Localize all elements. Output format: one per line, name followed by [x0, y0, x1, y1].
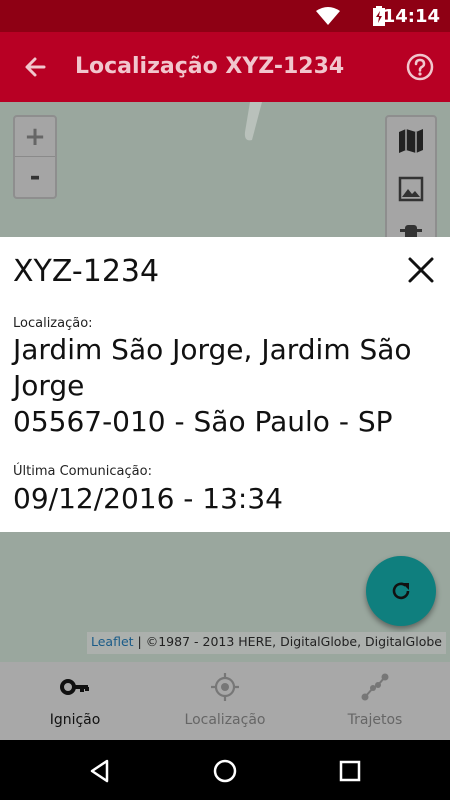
last-comm-value: 09/12/2016 - 13:34: [13, 482, 283, 515]
map-road: [244, 102, 262, 141]
satellite-image-icon[interactable]: [397, 175, 425, 203]
nav-label: Ignição: [49, 712, 101, 728]
crosshair-icon: [211, 673, 239, 701]
leaflet-link[interactable]: Leaflet: [91, 634, 134, 649]
vehicle-plate: XYZ-1234: [13, 254, 160, 289]
route-icon: [361, 673, 389, 701]
bottom-nav: Ignição Localização Trajetos: [0, 662, 450, 740]
last-comm-label: Última Comunicação:: [13, 464, 152, 479]
status-bar: 14:14: [0, 0, 450, 32]
map-layer-icon[interactable]: [397, 127, 425, 155]
refresh-icon: [392, 582, 410, 600]
map-attribution: Leaflet | ©1987 - 2013 HERE, DigitalGlob…: [87, 632, 446, 654]
clock: 14:14: [382, 6, 440, 27]
key-icon: [60, 679, 89, 695]
home-circle-icon[interactable]: [212, 758, 238, 784]
back-arrow-icon[interactable]: [20, 52, 50, 82]
app-bar: Localização XYZ-1234: [0, 32, 450, 102]
close-icon[interactable]: [406, 255, 436, 285]
location-label: Localização:: [13, 316, 93, 331]
zoom-out-button[interactable]: -: [15, 157, 55, 196]
back-triangle-icon[interactable]: [87, 758, 113, 784]
attribution-text: | ©1987 - 2013 HERE, DigitalGlobe, Digit…: [133, 634, 442, 649]
help-icon[interactable]: [405, 52, 435, 82]
page-title: Localização XYZ-1234: [75, 54, 345, 79]
nav-ignicao[interactable]: Ignição: [0, 662, 150, 740]
nav-label: Trajetos: [347, 712, 403, 728]
nav-label: Localização: [184, 712, 266, 728]
nav-localizacao[interactable]: Localização: [150, 662, 300, 740]
location-postal: 05567-010 - São Paulo - SP: [13, 405, 393, 438]
recents-square-icon[interactable]: [337, 758, 363, 784]
system-nav-bar: [0, 740, 450, 800]
location-address: Jardim São Jorge, Jardim São Jorge: [13, 333, 412, 402]
refresh-button[interactable]: [366, 556, 436, 626]
wifi-icon: [316, 7, 340, 25]
vehicle-info-card: XYZ-1234 Localização: Jardim São Jorge, …: [0, 237, 450, 532]
zoom-control: + -: [13, 115, 57, 199]
zoom-in-button[interactable]: +: [15, 117, 55, 157]
nav-trajetos[interactable]: Trajetos: [300, 662, 450, 740]
